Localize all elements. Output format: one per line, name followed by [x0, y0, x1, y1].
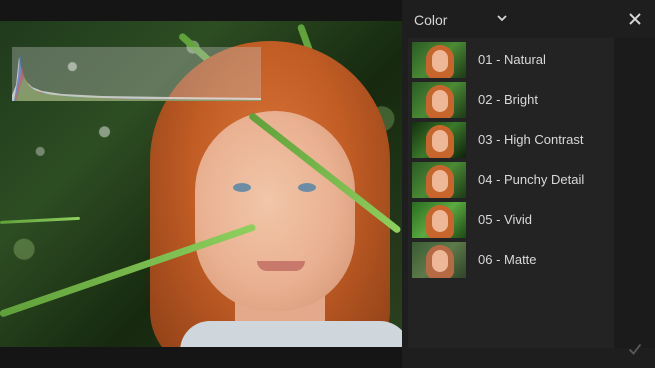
preset-label: 05 - Vivid	[478, 212, 532, 227]
grass-blade	[0, 216, 80, 224]
histogram-graph	[12, 53, 261, 101]
preset-item[interactable]: 03 - High Contrast	[408, 120, 614, 160]
preset-thumbnail	[412, 122, 466, 158]
preset-item[interactable]: 02 - Bright	[408, 80, 614, 120]
scroll-track[interactable]	[614, 38, 655, 348]
preset-label: 06 - Matte	[478, 252, 537, 267]
category-dropdown[interactable]: Color	[414, 9, 514, 31]
preset-item[interactable]: 01 - Natural	[408, 40, 614, 80]
preset-label: 01 - Natural	[478, 52, 546, 67]
subject-shirt	[180, 321, 402, 347]
preset-thumbnail	[412, 82, 466, 118]
close-icon[interactable]	[626, 10, 644, 28]
subject-face	[195, 111, 355, 311]
photo-canvas[interactable]	[0, 0, 402, 368]
subject-eye	[233, 183, 251, 192]
preset-thumbnail	[412, 162, 466, 198]
category-label: Color	[414, 12, 448, 28]
presets-panel: Color 01 - Natural 02 - Bright 03 - High…	[402, 0, 655, 368]
preset-item[interactable]: 04 - Punchy Detail	[408, 160, 614, 200]
preset-label: 04 - Punchy Detail	[478, 172, 585, 187]
preset-list: 01 - Natural 02 - Bright 03 - High Contr…	[408, 38, 614, 348]
preset-thumbnail	[412, 242, 466, 278]
preset-thumbnail	[412, 42, 466, 78]
subject-mouth	[257, 261, 305, 271]
preset-label: 03 - High Contrast	[478, 132, 584, 147]
preset-thumbnail	[412, 202, 466, 238]
subject-eye	[298, 183, 316, 192]
preset-item[interactable]: 06 - Matte	[408, 240, 614, 280]
panel-header: Color	[402, 0, 655, 38]
preset-item[interactable]: 05 - Vivid	[408, 200, 614, 240]
preset-label: 02 - Bright	[478, 92, 538, 107]
checkmark-icon[interactable]	[628, 342, 642, 356]
histogram	[12, 47, 261, 101]
chevron-down-icon	[496, 11, 508, 27]
